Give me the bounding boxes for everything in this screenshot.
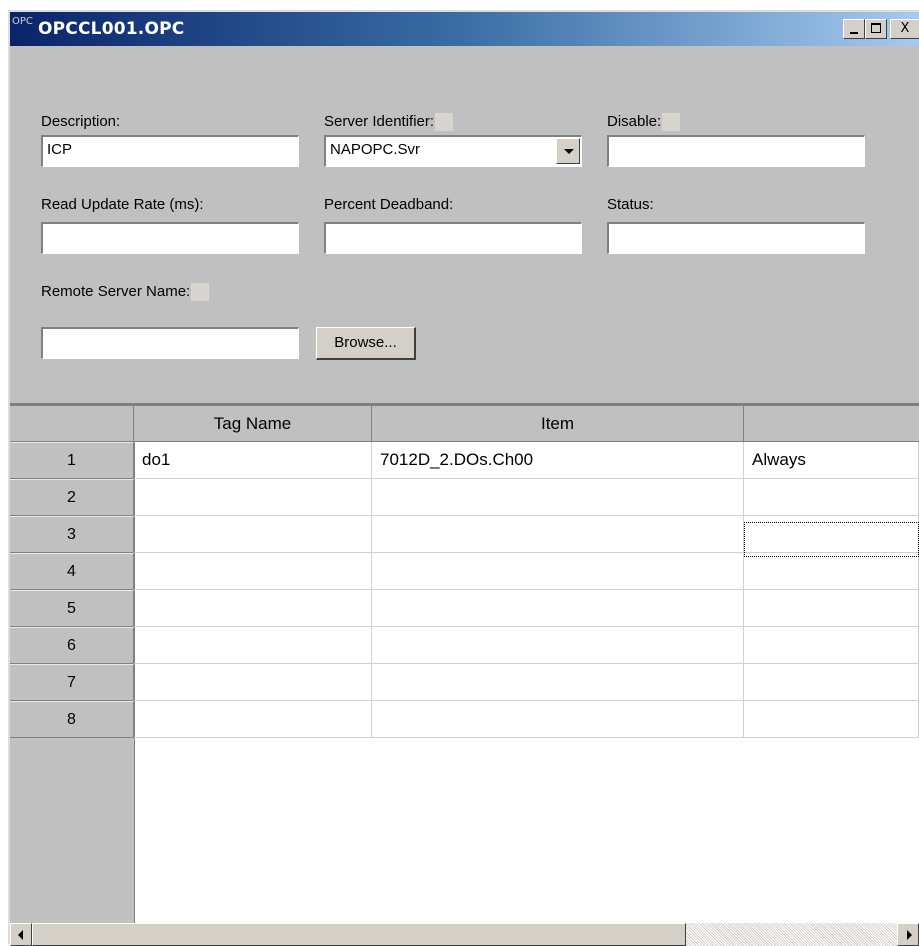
title-bar[interactable]: OPC OPCCL001.OPC X bbox=[10, 12, 919, 46]
opc-window: OPC OPCCL001.OPC X Description: ICP Serv… bbox=[8, 10, 919, 946]
row-number[interactable]: 5 bbox=[10, 590, 134, 627]
server-identifier-label: Server Identifier: bbox=[324, 113, 454, 132]
cell-third-column[interactable] bbox=[744, 553, 919, 590]
cell-tag-name[interactable] bbox=[134, 664, 372, 701]
server-identifier-value: NAPOPC.Svr bbox=[330, 141, 421, 158]
row-number[interactable]: 3 bbox=[10, 516, 134, 553]
cell-item[interactable] bbox=[372, 479, 744, 516]
description-label: Description: bbox=[41, 113, 120, 130]
horizontal-scrollbar[interactable] bbox=[10, 923, 919, 946]
cell-tag-name[interactable] bbox=[134, 590, 372, 627]
label-shadow bbox=[191, 283, 210, 302]
cell-tag-name[interactable] bbox=[134, 553, 372, 590]
read-update-rate-label: Read Update Rate (ms): bbox=[41, 196, 204, 213]
cell-third-column[interactable] bbox=[744, 627, 919, 664]
row-number[interactable]: 4 bbox=[10, 553, 134, 590]
properties-panel: Description: ICP Server Identifier: NAPO… bbox=[10, 46, 919, 406]
remote-server-name-label-text: Remote Server Name: bbox=[41, 283, 191, 300]
close-button[interactable]: X bbox=[890, 19, 919, 39]
grid-header-row: Tag Name Item bbox=[10, 406, 919, 442]
cell-item[interactable]: 7012D_2.DOs.Ch00 bbox=[372, 442, 744, 479]
disable-label: Disable: bbox=[607, 113, 681, 132]
cell-item[interactable] bbox=[372, 516, 744, 553]
status-label: Status: bbox=[607, 196, 654, 213]
disable-label-text: Disable: bbox=[607, 113, 662, 130]
cell-tag-name[interactable] bbox=[134, 627, 372, 664]
scrollbar-thumb[interactable] bbox=[32, 923, 686, 946]
window-title: OPCCL001.OPC bbox=[38, 19, 185, 39]
maximize-icon bbox=[871, 23, 881, 33]
server-identifier-label-text: Server Identifier: bbox=[324, 113, 435, 130]
percent-deadband-field[interactable] bbox=[324, 222, 582, 254]
column-header-item[interactable]: Item bbox=[372, 406, 744, 442]
read-update-rate-field[interactable] bbox=[41, 222, 299, 254]
row-number[interactable]: 8 bbox=[10, 701, 134, 738]
corner-header[interactable] bbox=[10, 406, 134, 442]
cell-item[interactable] bbox=[372, 627, 744, 664]
column-header-tag-name[interactable]: Tag Name bbox=[134, 406, 372, 442]
remote-server-name-label: Remote Server Name: bbox=[41, 283, 210, 302]
arrow-left-icon[interactable] bbox=[10, 923, 32, 946]
cell-third-column[interactable] bbox=[744, 590, 919, 627]
row-number[interactable]: 1 bbox=[10, 442, 134, 479]
column-header-third[interactable] bbox=[744, 406, 919, 442]
cell-third-column[interactable] bbox=[744, 701, 919, 738]
arrow-right-icon[interactable] bbox=[897, 923, 919, 946]
cell-tag-name[interactable] bbox=[134, 516, 372, 553]
focused-cell[interactable] bbox=[744, 522, 919, 557]
description-field[interactable]: ICP bbox=[41, 135, 299, 167]
minimize-icon bbox=[850, 32, 858, 34]
cell-third-column[interactable]: Always bbox=[744, 442, 919, 479]
maximize-button[interactable] bbox=[865, 19, 887, 39]
minimize-button[interactable] bbox=[843, 19, 865, 39]
cell-tag-name[interactable] bbox=[134, 479, 372, 516]
tag-grid: Tag Name Item 1 do1 7012D_2.DOs.Ch00 Always… bbox=[10, 406, 919, 923]
cell-item[interactable] bbox=[372, 553, 744, 590]
cell-tag-name[interactable]: do1 bbox=[134, 442, 372, 479]
scrollbar-track[interactable] bbox=[686, 923, 897, 946]
cell-item[interactable] bbox=[372, 590, 744, 627]
disable-field[interactable] bbox=[607, 135, 865, 167]
row-number[interactable]: 6 bbox=[10, 627, 134, 664]
chevron-down-icon[interactable] bbox=[556, 138, 580, 164]
cell-tag-name[interactable] bbox=[134, 701, 372, 738]
label-shadow bbox=[435, 113, 454, 132]
remote-server-name-field[interactable] bbox=[41, 327, 299, 359]
cell-item[interactable] bbox=[372, 664, 744, 701]
app-icon: OPC bbox=[12, 16, 33, 27]
cell-item[interactable] bbox=[372, 701, 744, 738]
cell-third-column[interactable] bbox=[744, 664, 919, 701]
description-label-text: Description: bbox=[41, 113, 121, 130]
browse-button[interactable]: Browse... bbox=[316, 327, 416, 360]
status-field[interactable] bbox=[607, 222, 865, 254]
label-shadow bbox=[662, 113, 681, 132]
percent-deadband-label: Percent Deadband: bbox=[324, 196, 454, 213]
row-number[interactable]: 7 bbox=[10, 664, 134, 701]
row-number[interactable]: 2 bbox=[10, 479, 134, 516]
server-identifier-select[interactable]: NAPOPC.Svr bbox=[324, 135, 582, 167]
cell-third-column[interactable] bbox=[744, 479, 919, 516]
